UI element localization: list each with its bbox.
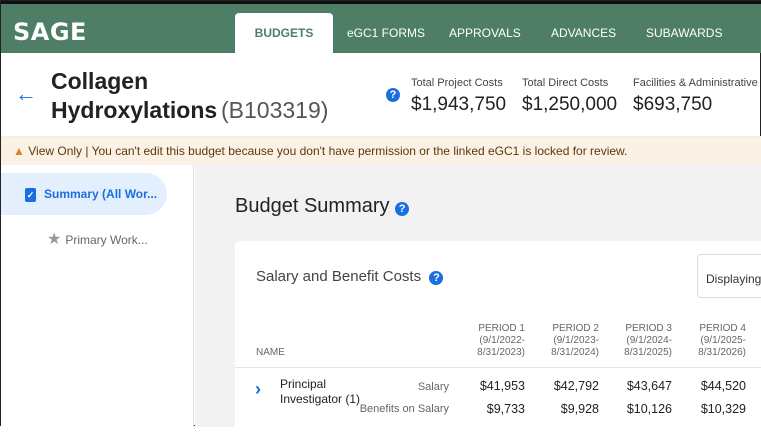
stat-value: $1,943,750 bbox=[411, 94, 507, 115]
sidebar-item-label: Summary (All Wor... bbox=[44, 187, 158, 201]
top-nav: SAGE BUDGETS eGC1 FORMS APPROVALS ADVANC… bbox=[1, 1, 761, 56]
budget-code: (B103319) bbox=[221, 97, 329, 123]
display-dropdown[interactable]: Displaying bbox=[697, 254, 761, 298]
period-end: 8/31/2026) bbox=[698, 347, 746, 358]
period-label: PERIOD 3 bbox=[625, 323, 672, 334]
cell: $41,953 bbox=[479, 379, 525, 393]
star-icon: ★ bbox=[47, 231, 62, 248]
help-icon[interactable]: ? bbox=[429, 271, 444, 285]
logo: SAGE bbox=[13, 18, 87, 46]
stat-value: $1,250,000 bbox=[522, 94, 618, 115]
warning-icon: ▲ bbox=[13, 144, 25, 158]
budget-name: Collagen Hydroxylations bbox=[51, 68, 218, 123]
page-title: Collagen Hydroxylations (B103319) bbox=[51, 67, 351, 127]
heading-text: Budget Summary bbox=[235, 195, 390, 217]
stat-label: Facilities & Administrative bbox=[633, 77, 758, 89]
expand-chevron-icon[interactable]: › bbox=[255, 379, 261, 400]
col-period-2: PERIOD 2 (9/1/2023- 8/31/2024) bbox=[539, 323, 599, 359]
period-end: 8/31/2024) bbox=[551, 347, 599, 358]
cell: $9,733 bbox=[486, 402, 525, 416]
tab-advances[interactable]: ADVANCES bbox=[551, 13, 616, 53]
sidebar-item-primary[interactable]: ★ Primary Work... bbox=[47, 229, 148, 249]
budget-summary-title: Budget Summary ? bbox=[235, 195, 410, 218]
view-only-banner: ▲ View Only | You can't edit this budget… bbox=[1, 136, 761, 165]
period-start: (9/1/2025- bbox=[700, 335, 746, 346]
tab-egc1-forms[interactable]: eGC1 FORMS bbox=[347, 13, 425, 53]
divider bbox=[235, 367, 761, 368]
period-label: PERIOD 4 bbox=[699, 323, 746, 334]
main-content: Budget Summary ? Salary and Benefit Cost… bbox=[195, 165, 761, 441]
period-label: PERIOD 2 bbox=[552, 323, 599, 334]
stat-fa: Facilities & Administrative $693,750 bbox=[633, 77, 758, 116]
stat-total-project: Total Project Costs $1,943,750 bbox=[411, 77, 506, 116]
tab-subawards[interactable]: SUBAWARDS bbox=[646, 13, 722, 53]
line-label-salary: Salary bbox=[417, 381, 449, 393]
cell: $42,792 bbox=[553, 379, 599, 393]
col-period-1: PERIOD 1 (9/1/2022- 8/31/2023) bbox=[465, 323, 525, 359]
sidebar: ✓ Summary (All Wor... ★ Primary Work... bbox=[1, 165, 194, 427]
salary-benefit-card: Salary and Benefit Costs ? Displaying NA… bbox=[235, 241, 761, 441]
col-period-4: PERIOD 4 (9/1/2025- 8/31/2026) bbox=[686, 323, 746, 359]
banner-text: View Only | You can't edit this budget b… bbox=[28, 144, 628, 158]
stat-value: $693,750 bbox=[633, 94, 713, 115]
cell: $43,647 bbox=[626, 379, 672, 393]
period-start: (9/1/2023- bbox=[553, 335, 599, 346]
help-icon[interactable]: ? bbox=[395, 202, 410, 216]
cell: $10,126 bbox=[626, 402, 672, 416]
sidebar-item-label: Primary Work... bbox=[65, 233, 148, 247]
col-name: NAME bbox=[256, 347, 285, 358]
sidebar-item-summary[interactable]: ✓ Summary (All Wor... bbox=[1, 173, 167, 215]
period-start: (9/1/2022- bbox=[479, 335, 525, 346]
period-start: (9/1/2024- bbox=[626, 335, 672, 346]
card-title: Salary and Benefit Costs ? bbox=[256, 268, 444, 285]
help-icon[interactable]: ? bbox=[386, 88, 400, 102]
period-end: 8/31/2023) bbox=[477, 347, 525, 358]
tab-budgets[interactable]: BUDGETS bbox=[235, 13, 333, 56]
stat-label: Total Direct Costs bbox=[522, 77, 609, 89]
period-label: PERIOD 1 bbox=[478, 323, 525, 334]
period-end: 8/31/2025) bbox=[624, 347, 672, 358]
cell: $9,928 bbox=[560, 402, 599, 416]
stat-total-direct: Total Direct Costs $1,250,000 bbox=[522, 77, 617, 116]
col-period-3: PERIOD 3 (9/1/2024- 8/31/2025) bbox=[612, 323, 672, 359]
back-arrow-icon[interactable]: ← bbox=[15, 81, 37, 107]
line-label-benefits: Benefits on Salary bbox=[359, 403, 449, 415]
cell: $44,520 bbox=[700, 379, 746, 393]
stat-label: Total Project Costs bbox=[411, 77, 503, 89]
clipboard-check-icon: ✓ bbox=[25, 187, 36, 202]
cell: $10,329 bbox=[700, 402, 746, 416]
tab-approvals[interactable]: APPROVALS bbox=[449, 13, 521, 53]
card-title-text: Salary and Benefit Costs bbox=[256, 268, 422, 285]
